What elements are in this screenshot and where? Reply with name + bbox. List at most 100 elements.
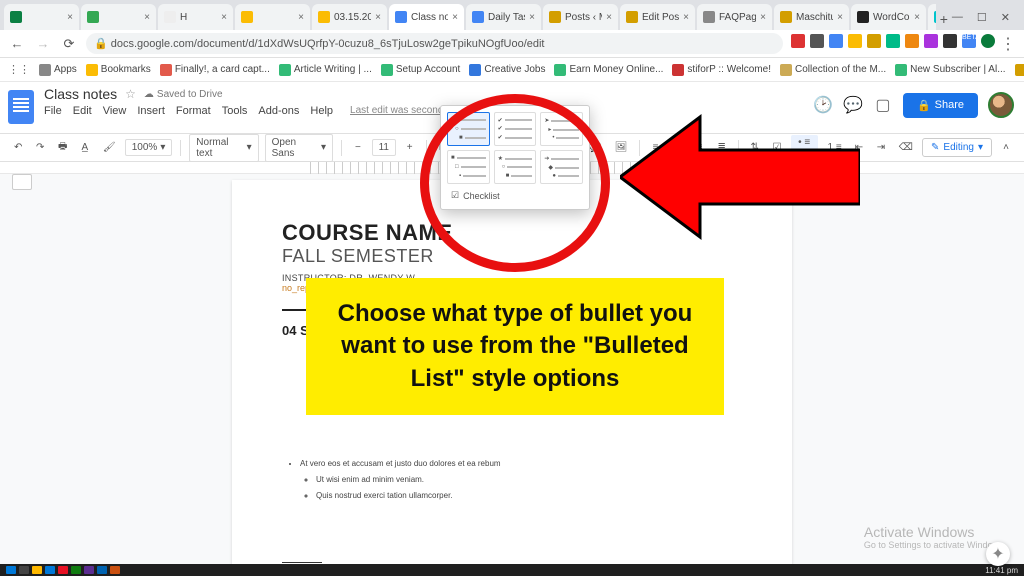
bookmark-item[interactable]: Apps <box>39 64 77 76</box>
browser-tab[interactable]: Daily Task Su× <box>466 4 541 30</box>
bookmark-item[interactable]: stiforP :: Welcome! <box>672 64 771 76</box>
bookmark-item[interactable]: Article Writing | ... <box>279 64 372 76</box>
menu-insert[interactable]: Insert <box>137 105 165 117</box>
comments-icon[interactable]: 💬 <box>843 95 863 115</box>
course-semester[interactable]: FALL SEMESTER <box>282 246 742 267</box>
checklist-option[interactable]: ☑ Checklist <box>447 184 583 203</box>
outline-toggle-button[interactable] <box>12 174 32 190</box>
ext-icon[interactable] <box>791 34 805 48</box>
indent-button[interactable]: ⇥ <box>873 140 889 155</box>
menu-format[interactable]: Format <box>176 105 211 117</box>
ext-icon[interactable] <box>829 34 843 48</box>
ext-icon[interactable] <box>943 34 957 48</box>
bookmark-item[interactable]: Setup Account <box>381 64 461 76</box>
redo-button[interactable]: ↷ <box>32 140 48 155</box>
minimize-button[interactable]: — <box>952 11 963 24</box>
list-item[interactable]: At vero eos et accusam et justo duo dolo… <box>300 458 742 502</box>
list-item[interactable]: Quis nostrud exerci tation ullamcorper. <box>316 490 742 502</box>
browser-tab[interactable]: Posts ‹ Masch× <box>543 4 618 30</box>
list-item[interactable]: Ut wisi enim ad minim veniam. <box>316 474 742 486</box>
bookmark-item[interactable]: New Subscriber | Al... <box>895 64 1005 76</box>
windows-taskbar[interactable]: 11:41 pm <box>0 564 1024 576</box>
clear-format-button[interactable]: ⌫ <box>895 140 916 155</box>
bookmark-item[interactable]: Finally!, a card capt... <box>160 64 270 76</box>
explore-button[interactable]: ✦ <box>986 542 1010 566</box>
browser-tab[interactable]: H× <box>158 4 233 30</box>
taskbar-icon[interactable] <box>110 566 120 574</box>
taskbar-icon[interactable] <box>19 566 29 574</box>
browser-tab[interactable]: Home - Canva× <box>928 4 936 30</box>
doc-title[interactable]: Class notes <box>44 86 117 102</box>
zoom-select[interactable]: 100% ▾ <box>125 139 173 156</box>
checklist-button[interactable]: ☑ <box>768 140 784 155</box>
font-size-inc[interactable]: + <box>402 140 418 155</box>
bookmark-item[interactable]: Earn Money Online... <box>554 64 663 76</box>
bullet-style-option[interactable]: ●○■ <box>447 112 490 146</box>
profile-icon[interactable] <box>981 34 995 48</box>
browser-tab[interactable]: × <box>235 4 310 30</box>
font-size-dec[interactable]: − <box>350 140 366 155</box>
browser-tab[interactable]: Maschituts —× <box>774 4 849 30</box>
reload-button[interactable]: ⟳ <box>60 36 78 52</box>
menu-file[interactable]: File <box>44 105 62 117</box>
bullet-style-option[interactable]: ➔◆● <box>540 150 583 184</box>
ext-icon[interactable] <box>848 34 862 48</box>
bookmark-item[interactable]: Creative Jobs <box>469 64 545 76</box>
paragraph-style-select[interactable]: Normal text ▾ <box>189 134 258 162</box>
bullet-style-option[interactable]: ★○■ <box>494 150 537 184</box>
new-tab-button[interactable]: + <box>936 8 952 30</box>
kebab-icon[interactable]: ⋮ <box>1000 34 1016 54</box>
spellcheck-button[interactable]: A̲ <box>77 140 93 155</box>
menu-edit[interactable]: Edit <box>73 105 92 117</box>
taskbar-icon[interactable] <box>58 566 68 574</box>
menu-add-ons[interactable]: Add-ons <box>258 105 299 117</box>
paint-format-button[interactable]: 🖌 <box>99 140 119 155</box>
close-button[interactable]: ✕ <box>1001 11 1010 24</box>
image-button[interactable]: 🖼 <box>611 140 631 155</box>
bullet-style-option[interactable]: ➤▸• <box>540 112 583 146</box>
menu-view[interactable]: View <box>103 105 127 117</box>
bookmark-item[interactable]: Saving the Hero (... <box>1015 64 1024 76</box>
back-button[interactable]: ← <box>8 36 26 51</box>
collapse-toolbar-button[interactable]: ˄ <box>998 140 1014 155</box>
browser-tab[interactable]: WordCounter× <box>851 4 926 30</box>
browser-tab[interactable]: × <box>81 4 156 30</box>
align-justify-button[interactable]: ≣ <box>714 140 730 155</box>
maximize-button[interactable]: ☐ <box>977 11 987 24</box>
bullet-style-option[interactable]: ✔✔✔ <box>494 112 537 146</box>
docs-logo-icon[interactable] <box>8 90 34 124</box>
browser-tab[interactable]: × <box>4 4 79 30</box>
font-select[interactable]: Open Sans ▾ <box>265 134 333 162</box>
share-button[interactable]: 🔒 Share <box>903 93 978 118</box>
mode-select[interactable]: ✎ Editing ▾ <box>922 138 992 157</box>
ext-icon[interactable] <box>886 34 900 48</box>
taskbar-icon[interactable] <box>71 566 81 574</box>
line-spacing-button[interactable]: ⇅ <box>746 140 762 155</box>
browser-tab[interactable]: Class notes -× <box>389 4 464 30</box>
start-icon[interactable] <box>6 566 16 574</box>
taskbar-icon[interactable] <box>32 566 42 574</box>
ext-icon[interactable] <box>905 34 919 48</box>
bulleted-list-button[interactable]: • ≡ ▾ <box>791 135 818 161</box>
account-avatar[interactable] <box>988 92 1014 118</box>
taskbar-icon[interactable] <box>97 566 107 574</box>
menu-help[interactable]: Help <box>310 105 333 117</box>
numbered-list-button[interactable]: 1.≡ <box>824 140 845 155</box>
browser-tab[interactable]: Edit Post "Ho× <box>620 4 695 30</box>
ext-icon[interactable] <box>867 34 881 48</box>
taskbar-icon[interactable] <box>45 566 55 574</box>
align-left-button[interactable]: ≡ <box>648 140 664 155</box>
taskbar-clock[interactable]: 11:41 pm <box>985 566 1024 575</box>
align-right-button[interactable]: ≡ <box>692 140 708 155</box>
present-icon[interactable]: ▢ <box>873 95 893 115</box>
star-icon[interactable]: ☆ <box>125 87 136 101</box>
bookmark-item[interactable]: Collection of the M... <box>780 64 886 76</box>
taskbar-icon[interactable] <box>84 566 94 574</box>
comment-history-icon[interactable]: 🕑 <box>813 95 833 115</box>
browser-tab[interactable]: 03.15.2022 - × <box>312 4 387 30</box>
undo-button[interactable]: ↶ <box>10 140 26 155</box>
font-size-input[interactable]: 11 <box>372 139 396 156</box>
bullet-style-option[interactable]: ■□▪ <box>447 150 490 184</box>
bookmark-item[interactable]: Bookmarks <box>86 64 151 76</box>
url-field[interactable]: 🔒 docs.google.com/document/d/1dXdWsUQrfp… <box>86 33 783 54</box>
